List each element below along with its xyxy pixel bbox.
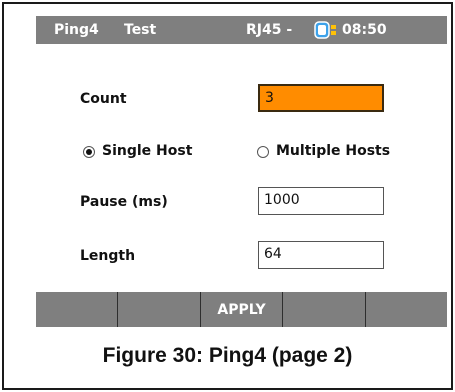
mode-title: Ping4 [54, 22, 99, 38]
softkey-4[interactable] [283, 292, 366, 327]
multiple-hosts-label[interactable]: Multiple Hosts [276, 143, 390, 159]
single-host-radio[interactable] [83, 146, 95, 158]
softkey-2[interactable] [118, 292, 201, 327]
softkey-bar: APPLY [36, 292, 447, 327]
ping-settings-screen: Count 3 Single Host Multiple Hosts Pause… [36, 44, 447, 290]
count-input[interactable]: 3 [258, 84, 384, 112]
status-bar: Ping4 Test RJ45 - 08:50 [36, 16, 447, 44]
pause-label: Pause (ms) [80, 194, 168, 210]
length-input[interactable]: 64 [258, 241, 384, 269]
count-label: Count [80, 91, 127, 107]
softkey-1[interactable] [36, 292, 119, 327]
pause-input[interactable]: 1000 [258, 187, 384, 215]
interface-label: RJ45 - [246, 22, 293, 38]
length-label: Length [80, 248, 136, 264]
apply-button[interactable]: APPLY [201, 292, 284, 327]
screen-title: Test [124, 22, 157, 38]
battery-icon [314, 21, 336, 39]
softkey-5[interactable] [366, 292, 447, 327]
multiple-hosts-radio[interactable] [257, 146, 269, 158]
figure-caption: Figure 30: Ping4 (page 2) [102, 344, 353, 367]
clock: 08:50 [342, 22, 387, 38]
single-host-label[interactable]: Single Host [102, 143, 192, 159]
